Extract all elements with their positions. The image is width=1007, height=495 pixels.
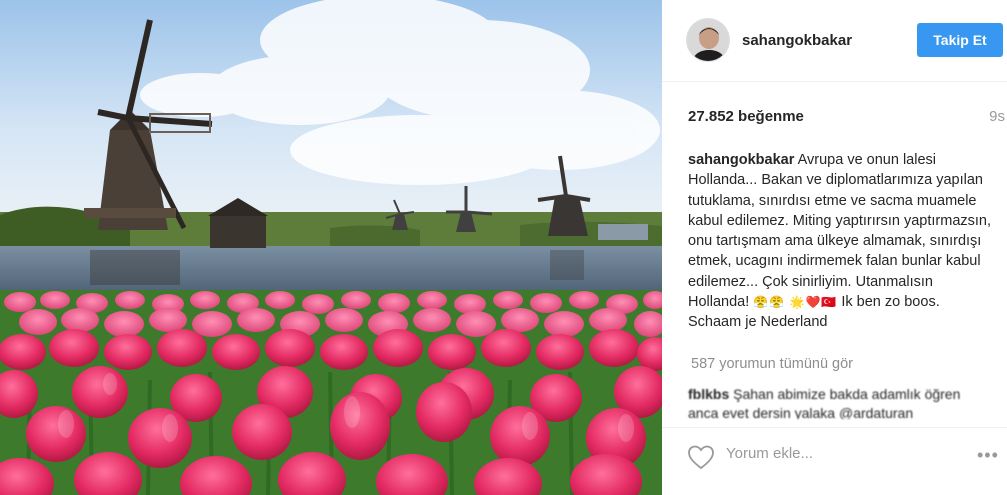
view-all-comments-link[interactable]: 587 yorumun tümünü gör <box>691 356 853 372</box>
like-count[interactable]: 27.852 beğenme <box>688 108 804 125</box>
post-sidebar: sahangokbakar Takip Et 27.852 beğenme 9s… <box>662 0 1007 495</box>
more-options-icon[interactable]: ••• <box>977 446 999 464</box>
post-header: sahangokbakar Takip Et <box>662 0 1007 82</box>
user-avatar-icon <box>687 19 729 61</box>
caption-text: Avrupa ve onun lalesi Hollanda... Bakan … <box>688 152 992 311</box>
post-timestamp[interactable]: 9s <box>989 108 1005 125</box>
comment-text: Şahan abimize bakda adamlık öğren anca e… <box>688 386 961 419</box>
post-caption: sahangokbakar Avrupa ve onun lalesi Holl… <box>688 150 993 333</box>
post-footer: Yorum ekle... ••• <box>662 427 1007 495</box>
post-stats: 27.852 beğenme 9s <box>688 108 1007 128</box>
follow-button[interactable]: Takip Et <box>917 23 1003 57</box>
avatar[interactable] <box>686 18 730 62</box>
heart-icon[interactable] <box>687 444 715 470</box>
comment-username[interactable]: fblkbs <box>688 386 729 402</box>
post-photo[interactable] <box>0 0 662 495</box>
post-username[interactable]: sahangokbakar <box>742 32 852 49</box>
comment-input[interactable]: Yorum ekle... <box>726 445 813 462</box>
comment-item: fblkbs Şahan abimize bakda adamlık öğren… <box>688 385 993 419</box>
windmills-tulips-photo <box>0 0 662 495</box>
caption-username[interactable]: sahangokbakar <box>688 152 794 168</box>
caption-emojis: 😤😤 🌟❤️🇹🇷 <box>753 295 838 310</box>
